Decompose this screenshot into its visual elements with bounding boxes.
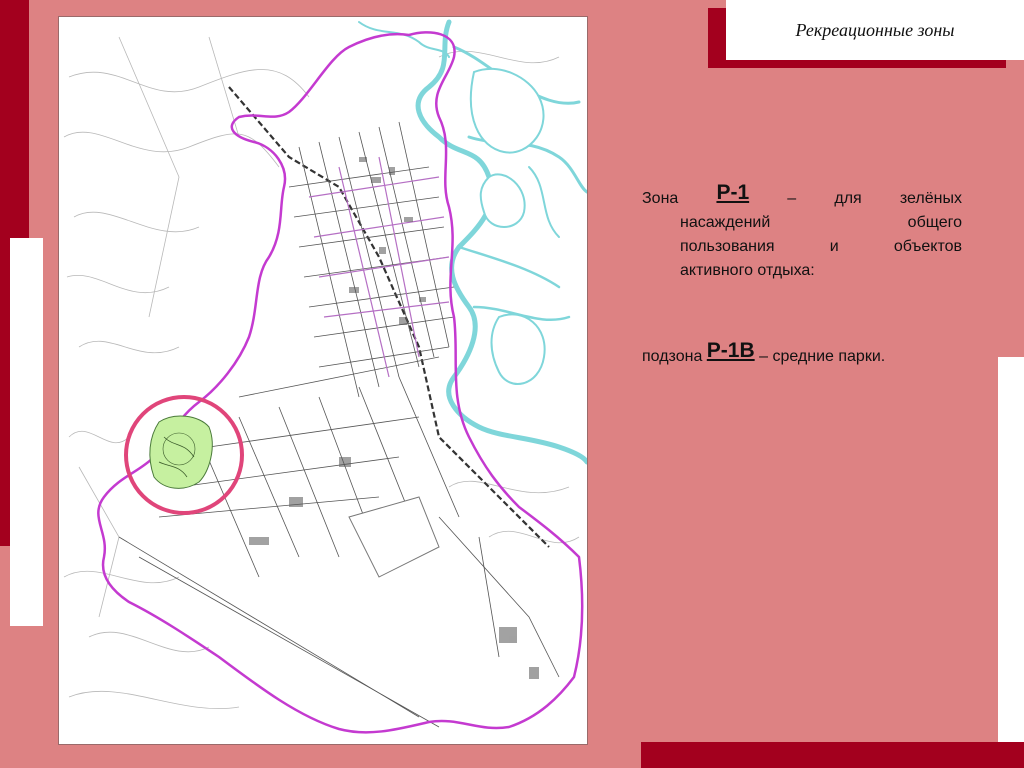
subzone-suffix: – средние парки. (759, 348, 886, 365)
zone-prefix: Зона (642, 190, 679, 207)
open-field (348, 496, 440, 578)
zone-line-2b: общего (907, 214, 962, 231)
zone-code: Р-1 (716, 181, 750, 204)
zone-description: Зона Р-1 – для зелёных насаждений общего… (642, 181, 962, 283)
zone-word-for: для (834, 190, 862, 207)
park-zone-r1v (149, 415, 213, 489)
zone-line-4: активного отдыха: (680, 262, 815, 279)
subzone-prefix: подзона (642, 348, 703, 365)
urban-blocks (249, 157, 539, 679)
zone-rest-lines: насаждений общего пользования и объектов… (642, 211, 962, 283)
zone-line-1: Зона Р-1 – для зелёных (642, 181, 962, 211)
left-white-bar (10, 238, 43, 626)
bottom-dark-bar (641, 742, 1024, 768)
subzone-description: подзона Р-1В – средние парки. (642, 339, 962, 369)
title-box: Рекреационные зоны (726, 0, 1024, 60)
right-white-bar (998, 357, 1024, 768)
city-map-svg (63, 19, 587, 734)
zone-line-3: пользования и объектов (680, 238, 962, 255)
subzone-code: Р-1В (706, 339, 755, 362)
zone-dash: – (787, 190, 797, 207)
slide-title: Рекреационные зоны (795, 19, 955, 40)
zone-line-2a: насаждений (680, 214, 771, 231)
city-map (59, 17, 587, 744)
zone-word-green: зелёных (899, 190, 962, 207)
lakes (469, 67, 546, 385)
zone-line-2: насаждений общего (680, 211, 962, 235)
